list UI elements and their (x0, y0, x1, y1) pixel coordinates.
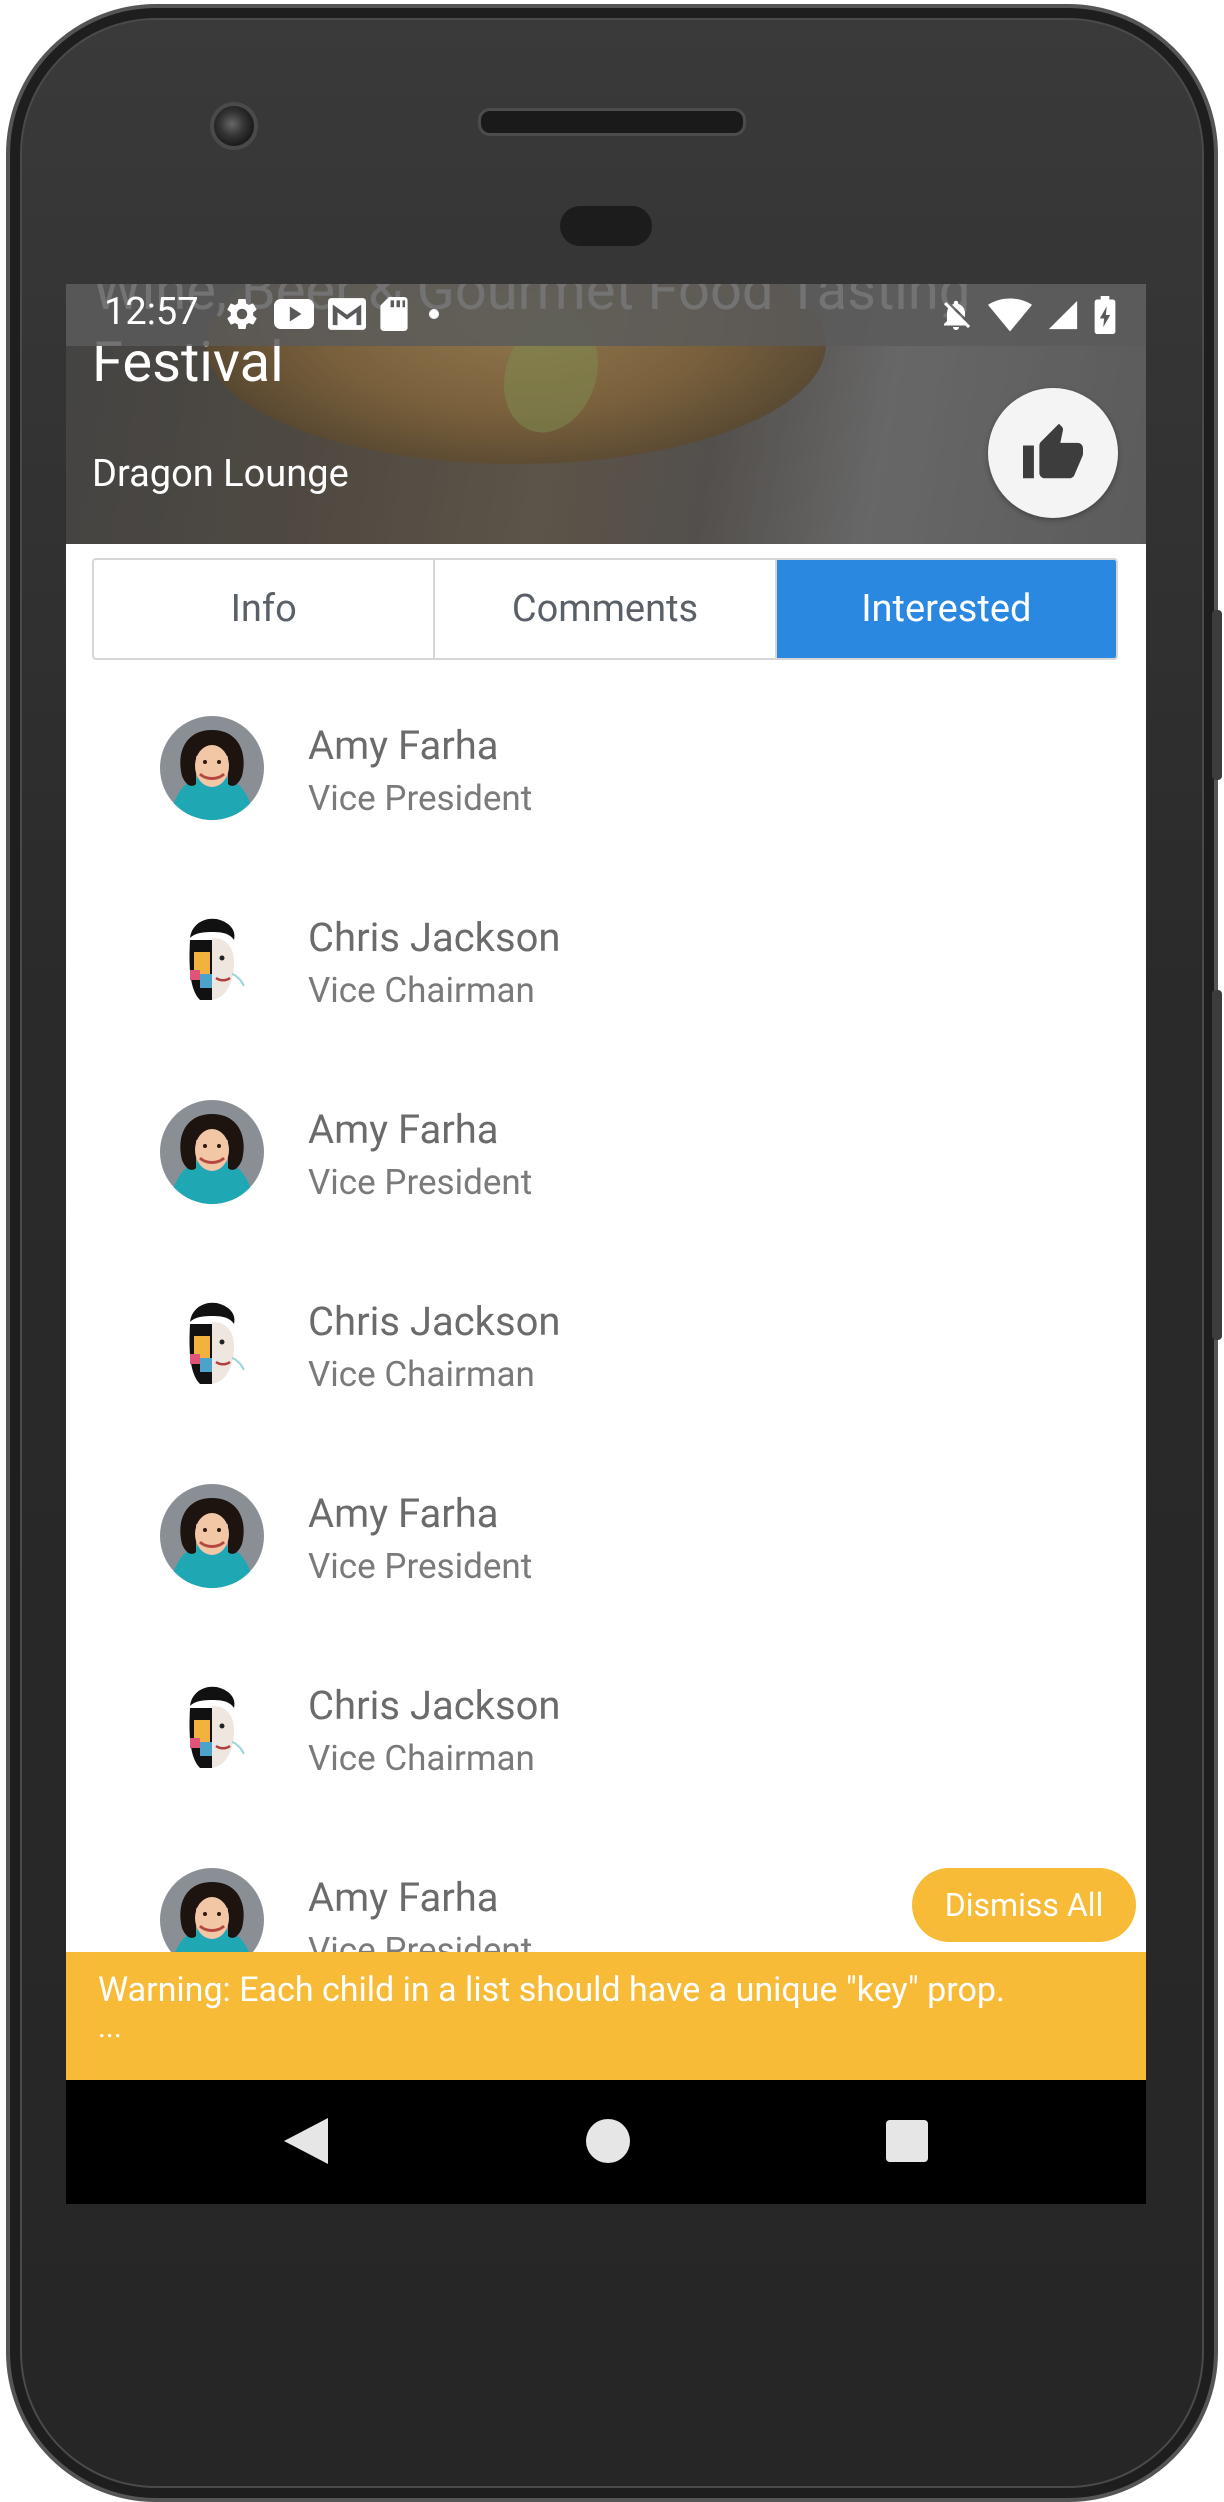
list-item[interactable]: Chris Jackson Vice Chairman (66, 1236, 1146, 1428)
avatar (160, 716, 264, 820)
back-icon[interactable] (284, 2118, 328, 2168)
dot-icon (422, 302, 446, 330)
warning-ellipsis: ... (98, 2010, 122, 2045)
proximity-sensor (560, 206, 652, 246)
avatar (160, 1676, 264, 1780)
person-name: Amy Farha (308, 1490, 499, 1537)
power-button (1212, 610, 1222, 780)
list-item[interactable]: Chris Jackson Vice Chairman (66, 852, 1146, 1044)
tab-info[interactable]: Info (94, 560, 436, 658)
signal-icon (1046, 298, 1080, 336)
avatar (160, 1292, 264, 1396)
thumbs-up-icon (1020, 421, 1086, 485)
list-item[interactable]: Amy Farha Vice President (66, 660, 1146, 852)
tab-interested[interactable]: Interested (776, 560, 1116, 658)
tab-bar: Info Comments Interested (92, 558, 1118, 660)
dismiss-all-button[interactable]: Dismiss All (912, 1868, 1136, 1942)
event-venue: Dragon Lounge (92, 452, 349, 496)
warning-message: Warning: Each child in a list should hav… (98, 1970, 1005, 2010)
volume-button (1212, 990, 1222, 1340)
person-title: Vice President (308, 1546, 533, 1587)
gear-icon (224, 296, 260, 336)
navigation-bar (66, 2080, 1146, 2204)
warning-banner[interactable]: Warning: Each child in a list should hav… (66, 1952, 1146, 2080)
person-title: Vice Chairman (308, 970, 535, 1011)
bell-off-icon (938, 297, 974, 337)
person-title: Vice Chairman (308, 1354, 535, 1395)
recents-icon[interactable] (886, 2118, 928, 2168)
battery-charging-icon (1094, 296, 1116, 338)
list-item[interactable]: Amy Farha Vice President (66, 1044, 1146, 1236)
like-button[interactable] (988, 388, 1118, 518)
person-name: Amy Farha (308, 1106, 499, 1153)
person-name: Chris Jackson (308, 1298, 561, 1345)
person-title: Vice President (308, 1162, 533, 1203)
youtube-icon (274, 299, 314, 333)
sd-card-icon (380, 297, 408, 335)
avatar (160, 908, 264, 1012)
list-item[interactable]: Amy Farha Vice President (66, 1428, 1146, 1620)
tab-comments[interactable]: Comments (435, 560, 777, 658)
person-name: Chris Jackson (308, 1682, 561, 1729)
person-name: Chris Jackson (308, 914, 561, 961)
earpiece-speaker (478, 108, 746, 136)
list-item[interactable]: Chris Jackson Vice Chairman (66, 1620, 1146, 1812)
wifi-icon (988, 298, 1032, 336)
screen: Wine, Beer & Gourmet Food Tasting Festiv… (66, 284, 1146, 2204)
avatar (160, 1100, 264, 1204)
avatar (160, 1484, 264, 1588)
gmail-icon (328, 298, 366, 334)
person-title: Vice Chairman (308, 1738, 535, 1779)
home-icon[interactable] (586, 2118, 630, 2168)
status-bar: 12:57 (66, 284, 1146, 346)
phone-frame: Wine, Beer & Gourmet Food Tasting Festiv… (0, 0, 1224, 2502)
person-title: Vice President (308, 778, 533, 819)
front-camera (210, 102, 258, 150)
person-name: Amy Farha (308, 1874, 499, 1921)
person-name: Amy Farha (308, 722, 499, 769)
status-time: 12:57 (104, 290, 199, 334)
